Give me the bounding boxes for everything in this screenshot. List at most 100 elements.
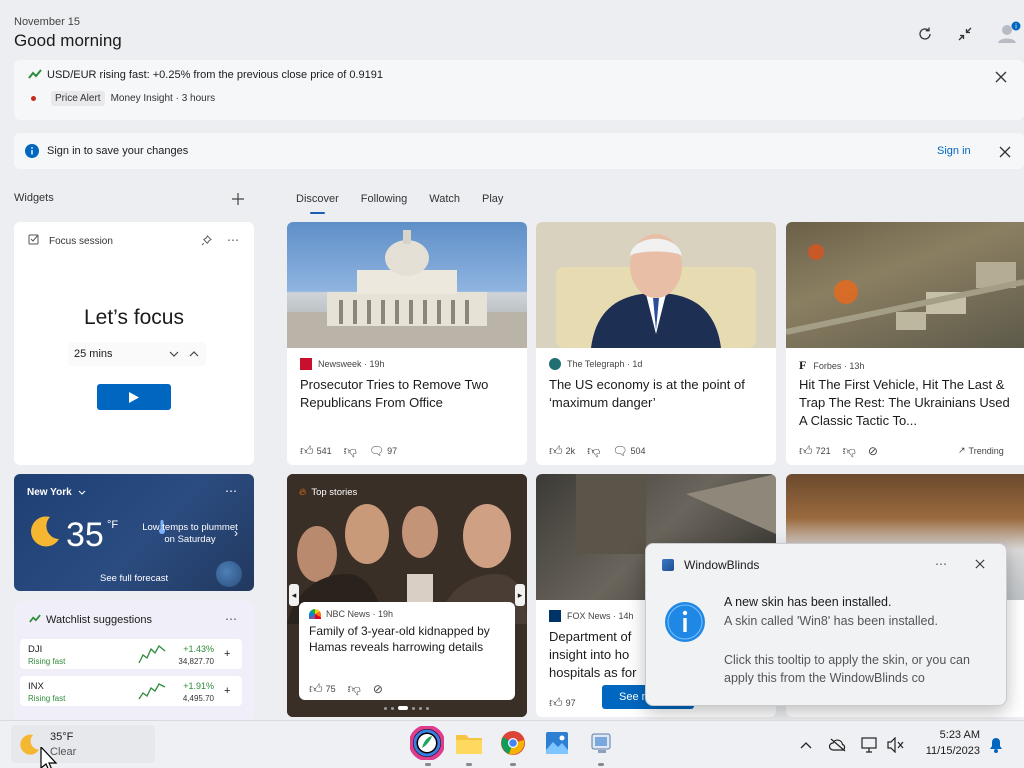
newsweek-logo (300, 358, 312, 370)
file-explorer-icon[interactable] (451, 725, 487, 761)
notification-bell-icon[interactable] (987, 736, 1005, 754)
focus-title: Focus session (49, 236, 113, 247)
news-headline[interactable]: Prosecutor Tries to Remove Two Republica… (300, 376, 518, 412)
news-image[interactable] (786, 222, 1024, 348)
rising-icon (28, 69, 42, 79)
thumbs-up-icon[interactable]: 👍︎ (309, 681, 323, 697)
add-icon[interactable]: + (224, 685, 230, 697)
taskbar-weather[interactable]: 35°F Clear (11, 725, 155, 763)
add-widget-icon[interactable] (229, 190, 247, 208)
windowblinds-app-icon (662, 559, 674, 571)
chrome-icon[interactable] (495, 725, 531, 761)
feed-tabs: Discover Following Watch Play (296, 193, 525, 214)
watchlist-title: Watchlist suggestions (46, 614, 152, 626)
news-source: Forbes · 13h (813, 360, 865, 371)
news-image[interactable] (536, 222, 776, 348)
onedrive-paused-icon[interactable] (828, 735, 848, 755)
news-source: NBC News · 19h (326, 609, 394, 619)
more-options-icon[interactable]: ⋯ (224, 232, 242, 248)
taskbar-weather-temp: 35°F (50, 731, 74, 743)
alert-dot (31, 96, 36, 101)
trending-label: Trending (968, 445, 1004, 456)
sparkline-chart (138, 683, 166, 700)
tab-following[interactable]: Following (361, 193, 407, 205)
watchlist-row[interactable]: INX Rising fast +1.91% 4,495.70 + (20, 676, 242, 706)
widgets-label: Widgets (14, 192, 54, 204)
news-card[interactable]: Newsweek · 19h Prosecutor Tries to Remov… (287, 222, 527, 465)
duration-stepper[interactable]: 25 mins (68, 342, 206, 366)
windowblinds-notification[interactable]: WindowBlinds ⋯ A new skin has been insta… (645, 543, 1007, 706)
chevron-down-icon[interactable] (166, 351, 182, 357)
refresh-icon[interactable] (914, 23, 936, 45)
thumbs-down-icon[interactable]: 👎︎ (348, 681, 361, 697)
thumbs-down-icon[interactable]: 👎︎ (843, 443, 856, 459)
thumbs-up-icon[interactable]: 👍︎ (549, 695, 563, 711)
tab-play[interactable]: Play (482, 193, 503, 205)
hide-story-icon[interactable]: ⊘ (373, 682, 383, 696)
clock-time[interactable]: 5:23 AM (916, 729, 980, 741)
news-card[interactable]: F Forbes · 13h Hit The First Vehicle, Hi… (786, 222, 1024, 465)
comment-icon[interactable]: 🗨︎ (369, 444, 384, 458)
like-count: 541 (316, 446, 332, 456)
chevron-up-icon[interactable] (798, 737, 814, 753)
see-full-forecast-link[interactable]: See full forecast (100, 573, 168, 584)
price-alert-tag: Price Alert (51, 91, 105, 106)
watchlist-widget: Watchlist suggestions ⋯ DJI Rising fast … (14, 601, 254, 721)
toast-line2: Click this tooltip to apply the skin, or… (724, 653, 970, 685)
top-story-panel[interactable]: NBC News · 19h Family of 3-year-old kidn… (299, 602, 515, 700)
more-options-icon[interactable]: ⋯ (222, 484, 240, 498)
chevron-down-icon (78, 490, 86, 495)
hide-story-icon[interactable]: ⊘ (868, 444, 878, 458)
top-stories-card[interactable]: 🔥︎ Top stories ◂ ▸ NBC News · 19h Family… (287, 474, 527, 717)
weather-temp: 35 (66, 516, 104, 554)
weather-widget[interactable]: New York ⋯ 35 °F Low temps to plummet on… (14, 474, 254, 591)
profile-avatar[interactable]: i (996, 20, 1022, 46)
close-icon[interactable] (996, 143, 1014, 161)
weather-map-thumbnail[interactable] (216, 561, 242, 587)
thumbs-up-icon[interactable]: 👍︎ (549, 443, 563, 459)
carousel-prev-arrow[interactable]: ◂ (289, 584, 299, 606)
stock-value: 4,495.70 (182, 694, 214, 703)
like-count: 721 (815, 446, 831, 456)
news-headline[interactable]: Family of 3-year-old kidnapped by Hamas … (309, 623, 509, 655)
tab-watch[interactable]: Watch (429, 193, 460, 205)
clock-date[interactable]: 11/15/2023 (912, 745, 980, 757)
thumbs-down-icon[interactable]: 👎︎ (344, 443, 357, 459)
news-card[interactable]: The Telegraph · 1d The US economy is at … (536, 222, 776, 465)
more-options-icon[interactable]: ⋯ (932, 556, 950, 572)
tab-discover[interactable]: Discover (296, 193, 339, 214)
network-icon[interactable] (860, 735, 880, 755)
collapse-icon[interactable] (954, 23, 976, 45)
sign-in-link[interactable]: Sign in (937, 145, 971, 157)
news-headline[interactable]: The US economy is at the point of ‘maxim… (549, 376, 767, 412)
thumbs-up-icon[interactable]: 👍︎ (300, 443, 314, 459)
focus-heading: Let’s focus (83, 306, 184, 329)
telegraph-logo (549, 358, 561, 370)
close-icon[interactable] (972, 556, 988, 572)
price-alert-banner[interactable]: USD/EUR rising fast: +0.25% from the pre… (14, 60, 1024, 120)
news-image[interactable] (287, 222, 527, 348)
thumbs-up-icon[interactable]: 👍︎ (799, 443, 813, 459)
news-source: Newsweek · 19h (318, 359, 385, 369)
duration-value: 25 mins (74, 348, 113, 360)
photos-app-icon[interactable] (539, 725, 575, 761)
pin-icon[interactable] (198, 232, 214, 248)
news-source: FOX News · 14h (567, 611, 634, 621)
chevron-up-icon[interactable] (182, 351, 206, 357)
browser-app-icon[interactable] (409, 725, 445, 761)
chevron-right-icon[interactable]: › (234, 526, 238, 540)
more-options-icon[interactable]: ⋯ (222, 612, 240, 626)
thumbs-down-icon[interactable]: 👎︎ (587, 443, 600, 459)
comment-icon[interactable]: 🗨︎ (612, 444, 627, 458)
windowblinds-taskbar-icon[interactable] (583, 725, 619, 761)
carousel-dots[interactable] (384, 706, 429, 710)
start-focus-button[interactable] (97, 384, 171, 410)
volume-muted-icon[interactable] (886, 735, 906, 755)
carousel-next-arrow[interactable]: ▸ (515, 584, 525, 606)
news-headline[interactable]: Hit The First Vehicle, Hit The Last & Tr… (799, 376, 1019, 430)
close-icon[interactable] (992, 68, 1010, 86)
add-icon[interactable]: + (224, 648, 230, 660)
like-count: 97 (565, 698, 576, 708)
rising-icon (29, 614, 41, 623)
watchlist-row[interactable]: DJI Rising fast +1.43% 34,827.70 + (20, 639, 242, 669)
